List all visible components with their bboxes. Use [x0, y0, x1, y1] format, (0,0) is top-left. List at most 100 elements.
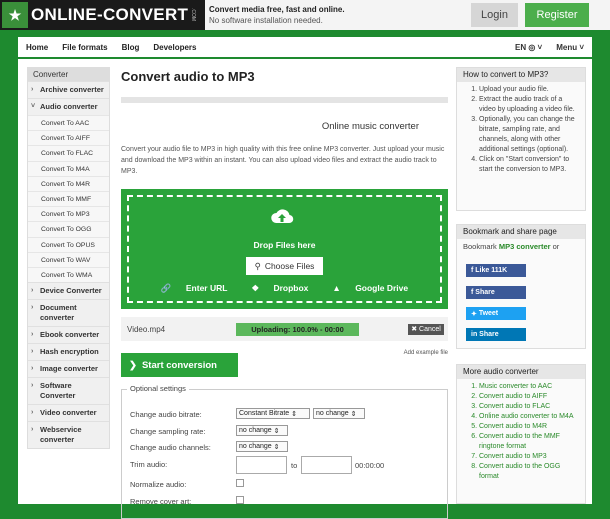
sidebar-sub-wma[interactable]: Convert To WMA: [28, 266, 109, 283]
bookmark-box: Bookmark and share page Bookmark MP3 con…: [456, 224, 586, 349]
sidebar-item-device[interactable]: › Device Converter: [28, 282, 109, 299]
optional-settings-panel: Optional settings Change audio bitrate: …: [121, 384, 448, 519]
sidebar-item-label: Hash encryption: [40, 347, 99, 357]
start-conversion-label: Start conversion: [141, 359, 217, 371]
remove-cover-label: Remove cover art:: [130, 497, 192, 506]
sidebar-item-image[interactable]: › Image converter: [28, 360, 109, 377]
link-icon: 🔗: [160, 283, 172, 293]
sampling-rate-select[interactable]: no change ⇕: [236, 425, 288, 436]
sidebar-item-ebook[interactable]: › Ebook converter: [28, 326, 109, 343]
list-item[interactable]: Convert audio to AIFF: [479, 392, 579, 402]
page-title: Convert audio to MP3: [121, 69, 255, 84]
sidebar-sub-aac[interactable]: Convert To AAC: [28, 115, 109, 131]
remove-cover-checkbox[interactable]: [236, 496, 244, 504]
page-description: Convert your audio file to MP3 in high q…: [121, 146, 445, 175]
select-value: Constant Bitrate: [239, 410, 290, 417]
list-item[interactable]: Convert audio to the MMF ringtone format: [479, 432, 579, 452]
sidebar-sub-ogg[interactable]: Convert To OGG: [28, 221, 109, 237]
sidebar-item-software[interactable]: › Software Converter: [28, 377, 109, 404]
bitrate-value-select[interactable]: no change ⇕: [313, 408, 365, 419]
nav-blog[interactable]: Blog: [122, 43, 140, 52]
login-button[interactable]: Login: [471, 3, 518, 27]
normalize-audio-label: Normalize audio:: [130, 480, 187, 489]
sidebar-sub-mp3[interactable]: Convert To MP3: [28, 206, 109, 222]
list-item[interactable]: Music converter to AAC: [479, 382, 579, 392]
drop-files-text: Drop Files here: [253, 240, 316, 250]
list-item[interactable]: Convert audio to the OGG format: [479, 462, 579, 482]
sidebar-sub-aiff[interactable]: Convert To AIFF: [28, 130, 109, 146]
sidebar-item-label: Image converter: [40, 364, 98, 374]
more-converters-title: More audio converter: [457, 365, 585, 379]
tagline-main: Convert media free, fast and online.: [209, 5, 345, 14]
trim-end-input[interactable]: [301, 456, 352, 474]
chevron-right-icon: ›: [31, 409, 34, 417]
dropbox-label: Dropbox: [273, 283, 309, 293]
sidebar-item-label: Document converter: [40, 303, 77, 323]
add-example-file-link[interactable]: Add example file: [381, 350, 448, 356]
audio-channels-select[interactable]: no change ⇕: [236, 441, 288, 452]
sidebar-item-webservice[interactable]: › Webservice converter: [28, 421, 109, 448]
chevron-right-icon: ›: [31, 86, 34, 93]
close-icon: ✖: [411, 326, 418, 333]
linkedin-share-button[interactable]: in Share: [466, 328, 526, 341]
howto-step: Upload your audio file.: [479, 85, 579, 95]
bookmark-title: Bookmark and share page: [457, 225, 585, 239]
sidebar-item-video[interactable]: › Video converter: [28, 404, 109, 421]
sidebar-item-label: Ebook converter: [40, 330, 100, 340]
page-content: Converter › Archive converter ˅ Audio conv…: [18, 59, 592, 519]
google-drive-icon: ▲: [332, 283, 341, 293]
dropbox-link[interactable]: ❖ Dropbox: [245, 283, 314, 294]
start-conversion-button[interactable]: ❯ Start conversion: [121, 353, 238, 377]
sidebar-item-audio[interactable]: ˅ Audio converter: [28, 98, 109, 115]
normalize-audio-checkbox[interactable]: [236, 479, 244, 487]
sidebar-sub-opus[interactable]: Convert To OPUS: [28, 236, 109, 252]
menu-dropdown[interactable]: Menu ˅: [556, 43, 584, 52]
ad-placeholder-bar: [121, 97, 448, 103]
logo-figure-icon: ★: [2, 2, 28, 28]
register-button[interactable]: Register: [525, 3, 589, 27]
logo-dotcom: .COM: [190, 8, 197, 22]
nav-file-formats[interactable]: File formats: [62, 43, 107, 52]
bookmark-link[interactable]: MP3 converter: [499, 242, 551, 251]
choose-files-button[interactable]: ⚲ Choose Files: [246, 257, 323, 275]
dropbox-icon: ❖: [251, 283, 260, 293]
sidebar-item-label: Software Converter: [40, 381, 76, 401]
howto-step: Optionally, you can change the bitrate, …: [479, 115, 579, 155]
list-item[interactable]: Online audio converter to M4A: [479, 412, 579, 422]
trim-start-input[interactable]: [236, 456, 287, 474]
nav-developers[interactable]: Developers: [153, 43, 196, 52]
chevron-right-icon: ❯: [129, 359, 137, 371]
upload-progress-bar: Uploading: 100.0% - 00:00: [236, 322, 359, 336]
sidebar-sub-wav[interactable]: Convert To WAV: [28, 251, 109, 267]
google-drive-label: Google Drive: [355, 283, 409, 293]
sidebar-item-archive[interactable]: › Archive converter: [28, 81, 109, 98]
sidebar-sub-m4r[interactable]: Convert To M4R: [28, 175, 109, 191]
enter-url-link[interactable]: 🔗 Enter URL: [155, 283, 234, 294]
site-logo[interactable]: ★ ONLINE-CONVERT .COM: [0, 0, 205, 30]
file-drop-zone[interactable]: Drop Files here ⚲ Choose Files 🔗 Enter U…: [121, 189, 448, 309]
sidebar-item-label: Audio converter: [40, 102, 98, 111]
sidebar-item-label: Webservice converter: [40, 425, 82, 445]
sidebar-item-hash[interactable]: › Hash encryption: [28, 343, 109, 360]
facebook-share-button[interactable]: f Share: [466, 286, 526, 299]
list-item[interactable]: Convert audio to FLAC: [479, 402, 579, 412]
sidebar-title: Converter: [28, 68, 109, 81]
facebook-like-button[interactable]: f Like 111K: [466, 264, 526, 277]
sidebar-sub-mmf[interactable]: Convert To MMF: [28, 190, 109, 207]
sidebar-sub-m4a[interactable]: Convert To M4A: [28, 160, 109, 176]
bitrate-label: Change audio bitrate:: [130, 410, 202, 419]
sidebar-item-document[interactable]: › Document converter: [28, 299, 109, 326]
list-item[interactable]: Convert audio to MP3: [479, 452, 579, 462]
google-drive-link[interactable]: ▲ Google Drive: [326, 283, 414, 294]
tagline: Convert media free, fast and online. No …: [209, 4, 345, 26]
list-item[interactable]: Convert audio to M4R: [479, 422, 579, 432]
sidebar-item-label: Archive converter: [40, 85, 104, 94]
tagline-sub: No software installation needed.: [209, 16, 323, 25]
bitrate-mode-select[interactable]: Constant Bitrate ⇕: [236, 408, 310, 419]
tweet-button[interactable]: ✦ Tweet: [466, 307, 526, 320]
sidebar-sub-flac[interactable]: Convert To FLAC: [28, 145, 109, 161]
howto-step: Click on "Start conversion" to start the…: [479, 155, 579, 175]
cancel-upload-button[interactable]: ✖ Cancel: [408, 323, 444, 335]
nav-home[interactable]: Home: [26, 43, 48, 52]
language-selector[interactable]: EN ◎ ˅: [515, 43, 542, 52]
